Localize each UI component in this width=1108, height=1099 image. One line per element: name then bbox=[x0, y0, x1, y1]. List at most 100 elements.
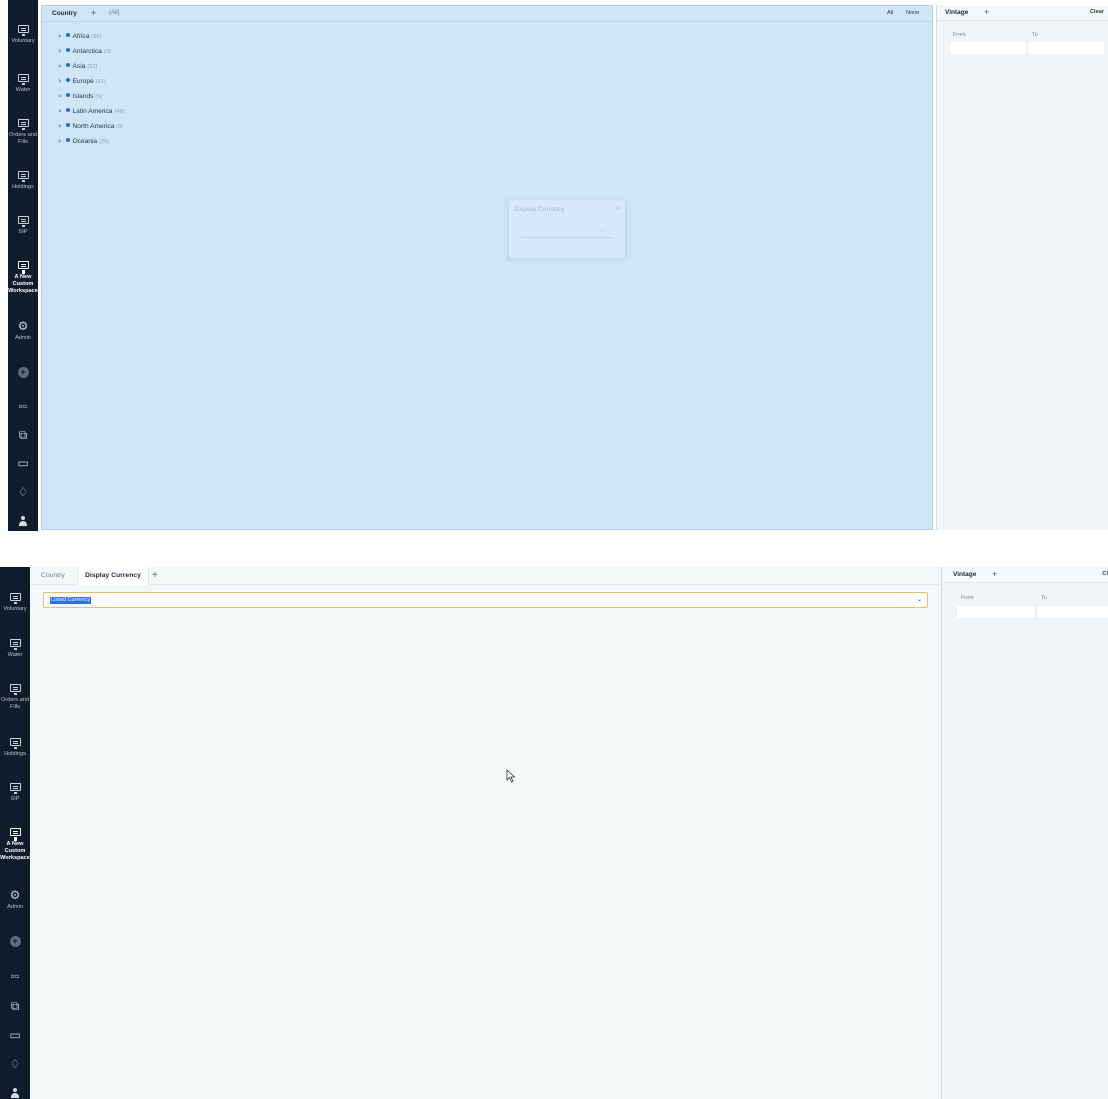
panel-tab-bar: Country Display Currency + bbox=[30, 567, 941, 585]
sidebar-item-custom-workspace[interactable]: A New Custom Workspace bbox=[0, 828, 30, 862]
from-label: From bbox=[961, 595, 974, 601]
checked-dot-icon bbox=[65, 48, 70, 52]
tree-item-label: Islands bbox=[72, 93, 94, 100]
chat-button[interactable]: ▭ bbox=[0, 1029, 30, 1041]
tab-vintage[interactable]: Vintage bbox=[945, 9, 968, 16]
screenshot-frame-top: Voluntary Water Orders and Fills Holding… bbox=[0, 0, 1108, 531]
tree-item-label: Antarctica bbox=[72, 48, 102, 55]
from-input[interactable] bbox=[949, 41, 1027, 55]
sidebar-item-label: Admin bbox=[7, 904, 23, 910]
sidebar-item-voluntary[interactable]: Voluntary bbox=[0, 593, 30, 613]
windows-button[interactable]: ⧉ bbox=[0, 1000, 30, 1012]
sidebar-item-admin[interactable]: ⚙ Admin bbox=[8, 320, 38, 342]
sidebar-item-holdings[interactable]: Holdings bbox=[0, 738, 30, 758]
checked-dot-icon bbox=[65, 123, 70, 127]
chevron-right-icon[interactable]: > bbox=[58, 79, 62, 85]
tree-item[interactable]: > Africa (56) bbox=[58, 32, 101, 41]
sidebar-item-sip[interactable]: SIP bbox=[8, 216, 38, 236]
sidebar-item-holdings[interactable]: Holdings bbox=[8, 171, 38, 191]
checked-dot-icon bbox=[65, 33, 70, 37]
chat-icon: ▭ bbox=[9, 1028, 21, 1042]
dragged-panel-ghost: Display Currency × ⌄ bbox=[509, 200, 625, 258]
chevron-right-icon[interactable]: > bbox=[58, 124, 62, 130]
tree-item-count: (49) bbox=[114, 109, 125, 115]
select-all-button[interactable]: All bbox=[883, 9, 897, 17]
add-circle-icon: + bbox=[17, 367, 29, 378]
tree-item[interactable]: > North America (3) bbox=[58, 122, 123, 131]
tree-item[interactable]: > Oceania (26) bbox=[58, 137, 109, 146]
select-none-button[interactable]: None bbox=[902, 9, 923, 17]
clear-button[interactable]: Clear bbox=[1090, 9, 1104, 15]
notifications-button[interactable]: ♢ bbox=[0, 1058, 30, 1070]
chevron-right-icon[interactable]: > bbox=[58, 64, 62, 70]
tab-country[interactable]: Country bbox=[52, 10, 77, 17]
chevron-right-icon[interactable]: > bbox=[58, 94, 62, 100]
clear-button[interactable]: Cl bbox=[1102, 571, 1108, 577]
monitor-icon bbox=[9, 828, 21, 839]
add-workspace-button[interactable]: + bbox=[8, 367, 38, 378]
tab-vintage[interactable]: Vintage bbox=[953, 571, 976, 578]
tree-item[interactable]: > Islands (6) bbox=[58, 92, 102, 101]
sidebar-item-label: Voluntary bbox=[3, 606, 27, 612]
apps-button[interactable]: ▫▫ bbox=[8, 400, 38, 412]
chat-button[interactable]: ▭ bbox=[8, 457, 38, 469]
monitor-icon bbox=[9, 783, 21, 794]
apps-button[interactable]: ▫▫ bbox=[0, 970, 30, 982]
sidebar-item-water[interactable]: Water bbox=[8, 74, 38, 94]
monitor-icon bbox=[17, 25, 29, 36]
tree-item-count: (3) bbox=[103, 49, 111, 55]
add-tab-button[interactable]: + bbox=[91, 8, 96, 18]
user-menu-button[interactable] bbox=[8, 516, 38, 526]
tree-item-count: (56) bbox=[91, 34, 102, 40]
to-input[interactable] bbox=[1027, 41, 1105, 55]
apps-grid-icon: ▫▫ bbox=[18, 399, 28, 413]
user-menu-button[interactable] bbox=[0, 1088, 30, 1098]
chevron-right-icon[interactable]: > bbox=[58, 49, 62, 55]
sidebar-item-sip[interactable]: SIP bbox=[0, 783, 30, 803]
to-input[interactable] bbox=[1036, 605, 1108, 619]
monitor-icon bbox=[17, 171, 29, 182]
sidebar-item-orders-and-fills[interactable]: Orders and Fills bbox=[8, 119, 38, 146]
chevron-right-icon[interactable]: > bbox=[58, 109, 62, 115]
sidebar-item-label: Holdings bbox=[4, 751, 26, 757]
add-circle-icon: + bbox=[9, 936, 21, 947]
sidebar-item-custom-workspace[interactable]: A New Custom Workspace bbox=[8, 261, 38, 295]
add-tab-button[interactable]: + bbox=[992, 569, 997, 579]
sidebar-item-label: Admin bbox=[15, 335, 31, 341]
monitor-icon bbox=[17, 119, 29, 130]
checked-dot-icon bbox=[65, 108, 70, 112]
tree-item[interactable]: > Latin America (49) bbox=[58, 107, 124, 116]
tab-country[interactable]: Country bbox=[34, 567, 72, 585]
tree-item[interactable]: > Europe (51) bbox=[58, 77, 106, 86]
tree-item[interactable]: > Asia (51) bbox=[58, 62, 97, 71]
tree-item-label: North America bbox=[72, 123, 115, 130]
to-label: To bbox=[1041, 595, 1047, 601]
add-tab-button[interactable]: + bbox=[984, 7, 989, 17]
monitor-icon bbox=[17, 216, 29, 227]
chevron-right-icon[interactable]: > bbox=[58, 34, 62, 40]
add-workspace-button[interactable]: + bbox=[0, 936, 30, 947]
sidebar-item-label: Water bbox=[15, 87, 31, 93]
from-input[interactable] bbox=[956, 605, 1036, 619]
sidebar-item-label: SIP bbox=[10, 796, 20, 802]
tree-item-count: (51) bbox=[95, 79, 106, 85]
tree-item-count: (3) bbox=[116, 124, 124, 130]
sidebar-item-water[interactable]: Water bbox=[0, 639, 30, 659]
add-tab-button[interactable]: + bbox=[152, 570, 158, 581]
chevron-down-icon[interactable]: ⌄ bbox=[917, 596, 922, 603]
to-label: To bbox=[1032, 32, 1038, 38]
notifications-button[interactable]: ♢ bbox=[8, 486, 38, 498]
vintage-panel: Vintage + Cl From To bbox=[941, 567, 1108, 1099]
chevron-right-icon[interactable]: > bbox=[58, 139, 62, 145]
vintage-tab-bar: Vintage + Cl bbox=[942, 567, 1108, 583]
sidebar-item-voluntary[interactable]: Voluntary bbox=[8, 25, 38, 45]
tab-display-currency[interactable]: Display Currency bbox=[77, 567, 149, 585]
sidebar-item-orders-and-fills[interactable]: Orders and Fills bbox=[0, 684, 30, 711]
display-currency-select[interactable]: Listed Currency ⌄ bbox=[43, 592, 928, 608]
monitor-icon bbox=[9, 593, 21, 604]
checked-dot-icon bbox=[65, 93, 70, 97]
tree-item[interactable]: > Antarctica (3) bbox=[58, 47, 111, 56]
sidebar-item-admin[interactable]: ⚙ Admin bbox=[0, 889, 30, 911]
sidebar-item-label: Holdings bbox=[12, 184, 34, 190]
windows-button[interactable]: ⧉ bbox=[8, 429, 38, 441]
